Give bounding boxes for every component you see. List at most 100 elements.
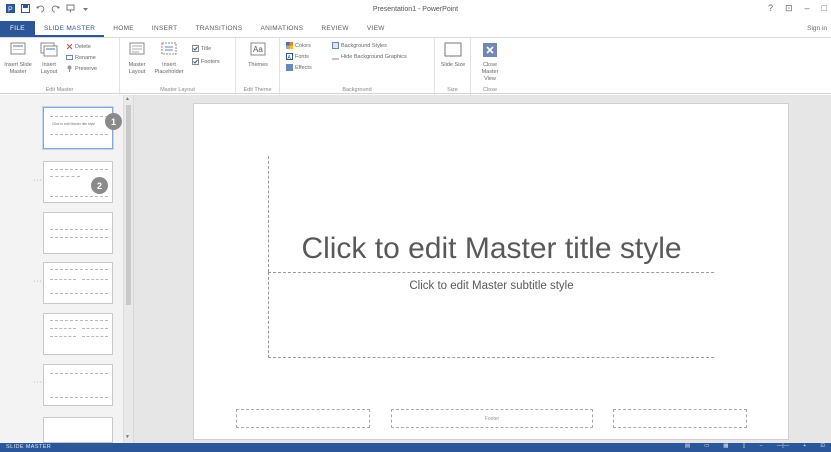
window-title: Presentation1 - PowerPoint: [372, 6, 459, 13]
slide-thumbnail-layout-section[interactable]: [43, 212, 113, 254]
slide-thumbnail-layout-blank[interactable]: [43, 417, 113, 443]
group-label-size: Size: [447, 87, 458, 93]
checkbox-checked-icon: [192, 45, 199, 52]
title-bar: P Presentation1 - PowerPoint ? ⊡ – □: [0, 0, 831, 20]
master-layout-button[interactable]: Master Layout: [124, 42, 150, 76]
slide-thumbnail-master[interactable]: Click to edit Master title style: [43, 107, 113, 149]
title-placeholder[interactable]: Click to edit Master title style: [268, 156, 714, 272]
subtitle-placeholder[interactable]: Click to edit Master subtitle style: [268, 272, 714, 358]
tab-file[interactable]: FILE: [0, 21, 35, 37]
tab-insert[interactable]: INSERT: [143, 21, 187, 37]
scroll-up-arrow-icon[interactable]: ▲: [125, 96, 130, 102]
minimize-button[interactable]: –: [805, 3, 810, 14]
rename-icon: [66, 54, 73, 61]
group-size: Slide Size Size: [435, 38, 471, 95]
notes-icon[interactable]: ▤: [685, 443, 690, 449]
hide-background-graphics-checkbox[interactable]: Hide Background Graphics: [332, 53, 407, 60]
thumbnail-scrollbar[interactable]: ▲ ▼: [123, 95, 133, 443]
group-label-edit-theme: Edit Theme: [243, 87, 272, 93]
footer-placeholder[interactable]: Footer: [391, 409, 593, 428]
tab-review[interactable]: REVIEW: [312, 21, 357, 37]
slide-size-button[interactable]: Slide Size: [440, 42, 466, 69]
normal-view-icon[interactable]: ▭: [704, 443, 709, 449]
fit-slide-icon[interactable]: ⊡: [820, 443, 825, 449]
pin-icon: [66, 65, 73, 72]
colors-icon: [286, 42, 293, 49]
ribbon-display-options-button[interactable]: ⊡: [785, 3, 793, 14]
group-label-edit-master: Edit Master: [45, 87, 74, 93]
close-master-view-button[interactable]: Close Master View: [475, 42, 505, 83]
zoom-slider[interactable]: —|—: [777, 443, 789, 449]
date-placeholder[interactable]: [236, 409, 370, 428]
background-styles-dropdown[interactable]: Background Styles: [332, 42, 387, 49]
thumbnail-title-text: Click to edit Master title style: [52, 122, 95, 126]
group-background: Colors A Fonts Effects Background Styles…: [280, 38, 435, 95]
tab-transitions[interactable]: TRANSITIONS: [186, 21, 251, 37]
layout-usage-dots: ···: [33, 278, 43, 285]
fonts-dropdown[interactable]: A Fonts: [286, 53, 309, 61]
slide-sorter-icon[interactable]: ▦: [723, 443, 728, 449]
master-layout-icon: [129, 42, 145, 55]
delete-icon: [66, 43, 73, 50]
group-close: Close Master View Close: [471, 38, 509, 95]
zoom-out-icon[interactable]: −: [760, 443, 763, 449]
footers-checkbox[interactable]: Footers: [192, 58, 220, 65]
fonts-icon: A: [286, 53, 293, 61]
tab-view[interactable]: VIEW: [358, 21, 394, 37]
tab-home[interactable]: HOME: [104, 21, 143, 37]
slide-editing-area: Click to edit Master title style Click t…: [134, 95, 831, 443]
effects-dropdown[interactable]: Effects: [286, 64, 312, 71]
layout-usage-dots: ···: [33, 379, 43, 386]
rename-button[interactable]: Rename: [66, 54, 96, 61]
group-label-background: Background: [342, 87, 372, 93]
status-bar: SLIDE MASTER ▤ ▭ ▦ ▯ − —|— + ⊡: [0, 443, 831, 452]
slide-thumbnail-layout-two-content[interactable]: [43, 262, 113, 304]
sign-in-link[interactable]: Sign in: [807, 25, 827, 32]
master-title-text[interactable]: Click to edit Master title style: [269, 232, 714, 266]
group-edit-theme: Aa Themes Edit Theme: [236, 38, 280, 95]
zoom-in-icon[interactable]: +: [803, 443, 806, 449]
colors-dropdown[interactable]: Colors: [286, 42, 311, 49]
tab-animations[interactable]: ANIMATIONS: [251, 21, 312, 37]
layout-usage-dots: ···: [33, 177, 43, 184]
status-view-label: SLIDE MASTER: [6, 444, 52, 450]
themes-icon: Aa: [250, 42, 266, 56]
slide-thumbnail-panel: Click to edit Master title style 1 ··· 2…: [0, 95, 134, 443]
checkbox-unchecked-icon: [332, 53, 339, 60]
callout-badge-2: 2: [91, 177, 108, 194]
slide-size-icon: [444, 42, 462, 57]
insert-placeholder-icon: [161, 42, 177, 55]
checkbox-checked-icon: [192, 58, 199, 65]
slide-canvas[interactable]: Click to edit Master title style Click t…: [193, 103, 789, 440]
themes-button[interactable]: Aa Themes: [244, 42, 272, 69]
maximize-button[interactable]: □: [822, 3, 827, 14]
insert-slide-master-button[interactable]: Insert Slide Master: [4, 42, 32, 76]
svg-text:Aa: Aa: [253, 45, 263, 54]
callout-badge-1: 1: [105, 113, 122, 130]
insert-layout-icon: [40, 42, 58, 57]
master-subtitle-text[interactable]: Click to edit Master subtitle style: [269, 280, 714, 292]
ribbon: Insert Slide Master Insert Layout Delete…: [0, 37, 831, 95]
background-styles-icon: [332, 42, 339, 49]
scroll-down-arrow-icon[interactable]: ▼: [125, 434, 130, 440]
slide-thumbnail-layout-comparison[interactable]: [43, 313, 113, 355]
help-button[interactable]: ?: [768, 3, 773, 14]
slide-number-placeholder[interactable]: [613, 409, 747, 428]
slide-thumbnail-layout-title-only[interactable]: [43, 364, 113, 406]
tab-slide-master[interactable]: SLIDE MASTER: [34, 21, 105, 37]
group-master-layout: Master Layout Insert Placeholder Title F…: [120, 38, 236, 95]
ribbon-tabs: FILE SLIDE MASTER HOME INSERT TRANSITION…: [0, 21, 831, 37]
effects-icon: [286, 64, 293, 71]
insert-layout-button[interactable]: Insert Layout: [36, 42, 62, 76]
scrollbar-thumb[interactable]: [126, 105, 131, 305]
title-checkbox[interactable]: Title: [192, 45, 211, 52]
window-controls: ? ⊡ – □: [768, 3, 827, 14]
reading-view-icon[interactable]: ▯: [742, 443, 745, 449]
preserve-button[interactable]: Preserve: [66, 65, 97, 72]
insert-placeholder-button[interactable]: Insert Placeholder: [152, 42, 186, 76]
group-label-close: Close: [482, 87, 498, 93]
close-icon: [483, 43, 497, 57]
delete-button[interactable]: Delete: [66, 43, 91, 50]
group-edit-master: Insert Slide Master Insert Layout Delete…: [0, 38, 120, 95]
status-controls: ▤ ▭ ▦ ▯ − —|— + ⊡: [685, 443, 825, 449]
